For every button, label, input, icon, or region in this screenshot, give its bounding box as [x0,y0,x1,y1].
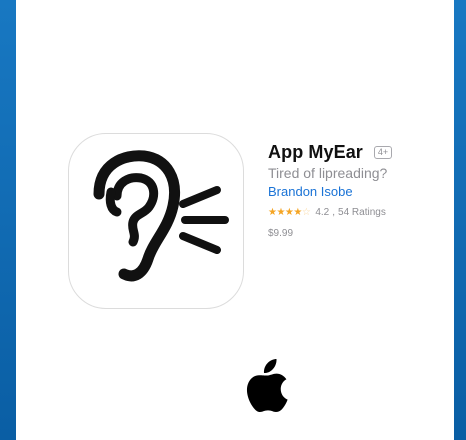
app-price[interactable]: $9.99 [268,228,448,239]
title-row: App MyEar 4+ [268,140,448,164]
app-info: App MyEar 4+ Tired of lipreading? Brando… [268,140,448,239]
app-icon[interactable] [68,133,244,309]
app-title: App MyEar [268,141,363,162]
rating-value: 4.2 [315,207,330,218]
ear-sound-icon [93,150,229,282]
right-frame-border [454,0,466,440]
app-subtitle: Tired of lipreading? [268,165,388,181]
developer-link[interactable]: Brandon Isobe [268,184,448,199]
app-store-card: App MyEar 4+ Tired of lipreading? Brando… [16,0,454,440]
left-frame-border [0,0,16,440]
age-rating-badge: 4+ [373,145,393,159]
rating-row: ★★★★☆ 4.2, 54 Ratings [268,207,448,218]
star-rating-icon: ★★★★☆ [268,207,311,218]
ratings-count: 54 Ratings [338,207,386,218]
apple-logo-icon [246,359,288,412]
rating-separator: , [332,207,336,218]
